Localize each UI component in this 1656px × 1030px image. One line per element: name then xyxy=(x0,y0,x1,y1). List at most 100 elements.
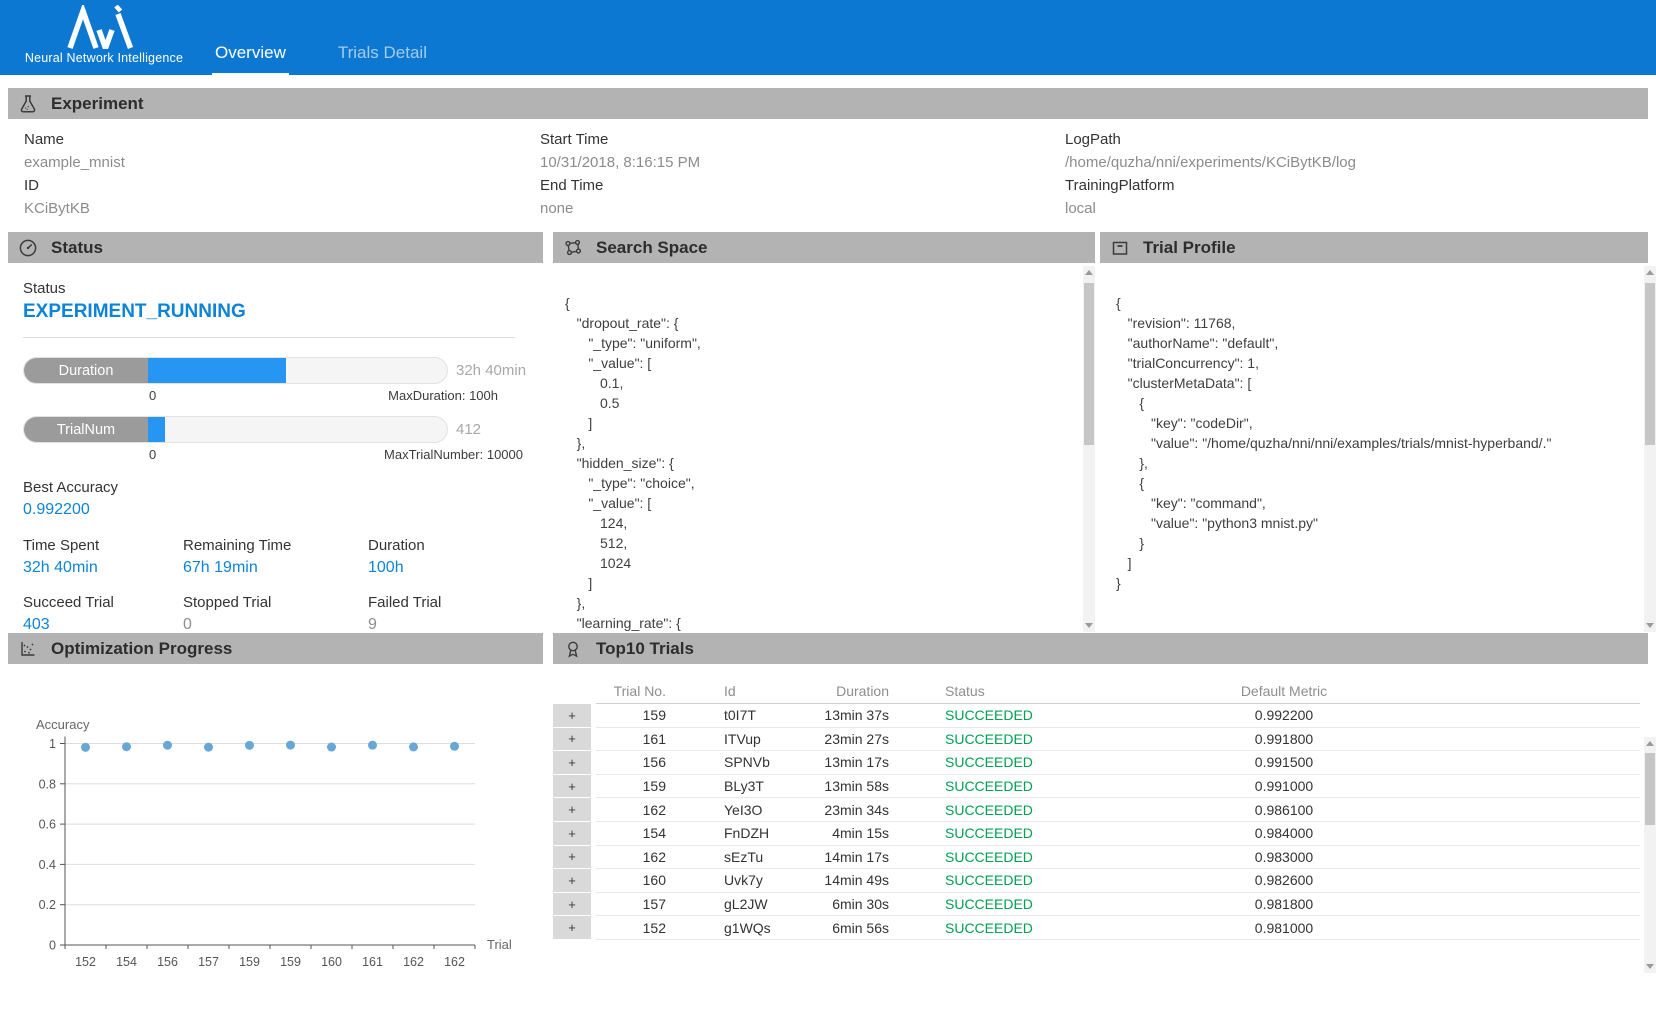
expand-row-button[interactable]: + xyxy=(553,704,591,728)
expand-row-button[interactable]: + xyxy=(553,798,591,822)
x-tick-label: 159 xyxy=(239,955,260,969)
table-row-cells: 152g1WQs6min 56sSUCCEEDED0.981000 xyxy=(596,916,1640,940)
scatter-point xyxy=(409,742,418,751)
top10-table: Trial No. Id Duration Status Default Met… xyxy=(553,678,1640,940)
field-label: End Time xyxy=(540,174,700,197)
table-row-cells: 161ITVup23min 27sSUCCEEDED0.991800 xyxy=(596,728,1640,752)
table-row: +159BLy3T13min 58sSUCCEEDED0.991000 xyxy=(553,775,1640,799)
status-cell: SUCCEEDED xyxy=(889,778,1099,794)
table-row: +152g1WQs6min 56sSUCCEEDED0.981000 xyxy=(553,916,1640,940)
trial-id-cell: sEzTu xyxy=(666,849,786,865)
duration-cell: 23min 27s xyxy=(786,731,889,747)
scatter-point xyxy=(286,741,295,750)
scrollbar-thumb[interactable] xyxy=(1084,283,1094,445)
default-metric-cell: 0.983000 xyxy=(1099,849,1469,865)
default-metric-cell: 0.981000 xyxy=(1099,920,1469,936)
scrollbar-thumb[interactable] xyxy=(1645,283,1655,445)
expand-row-button[interactable]: + xyxy=(553,822,591,846)
expand-row-button[interactable]: + xyxy=(553,869,591,893)
default-metric-cell: 0.991800 xyxy=(1099,731,1469,747)
stat-stopped-trial: Stopped Trial 0 xyxy=(183,594,368,632)
table-row: +157gL2JW6min 30sSUCCEEDED0.981800 xyxy=(553,893,1640,917)
x-tick-label: 161 xyxy=(362,955,383,969)
col-status: Status xyxy=(889,683,1099,699)
y-tick-label: 1 xyxy=(49,737,56,751)
top10-scrollbar[interactable] xyxy=(1644,737,1656,973)
table-row: +160Uvk7y14min 49sSUCCEEDED0.982600 xyxy=(553,869,1640,893)
y-tick-label: 0.8 xyxy=(39,777,56,791)
default-metric-cell: 0.991500 xyxy=(1099,754,1469,770)
col-duration: Duration xyxy=(786,683,889,699)
duration-progress-row: Duration 32h 40min xyxy=(23,357,528,384)
trial-no-cell: 154 xyxy=(596,825,666,841)
status-section-header: Status xyxy=(8,232,543,263)
optimization-section-title: Optimization Progress xyxy=(51,639,232,659)
status-stats-grid: Time Spent 32h 40min Remaining Time 67h … xyxy=(23,537,528,632)
trialnum-minmax: 0 MaxTrialNumber: 10000 xyxy=(149,447,523,462)
scroll-up-icon[interactable] xyxy=(1644,737,1656,750)
expand-row-button[interactable]: + xyxy=(553,893,591,917)
trial-id-cell: YeI3O xyxy=(666,802,786,818)
y-tick-label: 0.6 xyxy=(39,818,56,832)
field-label: TrainingPlatform xyxy=(1065,174,1356,197)
experiment-status-value: EXPERIMENT_RUNNING xyxy=(23,301,528,323)
scroll-up-icon[interactable] xyxy=(1644,266,1656,279)
scatter-point xyxy=(368,741,377,750)
table-row: +162YeI3O23min 34sSUCCEEDED0.986100 xyxy=(553,798,1640,822)
stat-time-spent: Time Spent 32h 40min xyxy=(23,537,183,577)
scroll-down-icon[interactable] xyxy=(1644,619,1656,632)
trial-no-cell: 156 xyxy=(596,754,666,770)
scroll-up-icon[interactable] xyxy=(1083,266,1095,279)
field-value: none xyxy=(540,197,700,220)
scatter-point xyxy=(245,741,254,750)
scroll-down-icon[interactable] xyxy=(1644,960,1656,973)
tab-trials-detail[interactable]: Trials Detail xyxy=(335,43,430,75)
expand-row-button[interactable]: + xyxy=(553,775,591,799)
x-tick-label: 162 xyxy=(403,955,424,969)
default-metric-cell: 0.992200 xyxy=(1099,707,1469,723)
expand-row-button[interactable]: + xyxy=(553,751,591,775)
duration-cell: 14min 49s xyxy=(786,872,889,888)
scrollbar-thumb[interactable] xyxy=(1645,753,1655,825)
optimization-chart[interactable]: Accuracy00.20.40.60.81152154156157159159… xyxy=(8,685,543,985)
status-cell: SUCCEEDED xyxy=(889,754,1099,770)
experiment-col-2: Start Time 10/31/2018, 8:16:15 PM End Ti… xyxy=(540,128,700,220)
field-value: /home/quzha/nni/experiments/KCiBytKB/log xyxy=(1065,151,1356,174)
search-space-json: { "dropout_rate": { "_type": "uniform", … xyxy=(565,293,701,632)
expand-row-button[interactable]: + xyxy=(553,846,591,870)
table-row: +156SPNVb13min 17sSUCCEEDED0.991500 xyxy=(553,751,1640,775)
best-accuracy-label: Best Accuracy xyxy=(23,479,528,496)
duration-cell: 14min 17s xyxy=(786,849,889,865)
search-space-scrollbar[interactable] xyxy=(1083,266,1095,632)
trial-no-cell: 162 xyxy=(596,849,666,865)
col-trial-no: Trial No. xyxy=(596,683,666,699)
experiment-col-1: Name example_mnist ID KCiBytKB xyxy=(24,128,125,220)
expand-row-button[interactable]: + xyxy=(553,728,591,752)
trial-id-cell: SPNVb xyxy=(666,754,786,770)
trial-id-cell: gL2JW xyxy=(666,896,786,912)
stat-remaining-time: Remaining Time 67h 19min xyxy=(183,537,368,577)
nni-logo: Neural Network Intelligence xyxy=(18,5,190,65)
default-metric-cell: 0.981800 xyxy=(1099,896,1469,912)
top10-section-header: Top10 Trials xyxy=(553,633,1648,664)
y-axis-title: Accuracy xyxy=(36,717,90,732)
trial-id-cell: ITVup xyxy=(666,731,786,747)
tab-overview[interactable]: Overview xyxy=(212,43,289,75)
duration-minmax: 0 MaxDuration: 100h xyxy=(149,388,498,403)
x-tick-label: 160 xyxy=(321,955,342,969)
default-metric-cell: 0.982600 xyxy=(1099,872,1469,888)
status-cell: SUCCEEDED xyxy=(889,920,1099,936)
best-accuracy-value: 0.992200 xyxy=(23,501,528,519)
expand-row-button[interactable]: + xyxy=(553,916,591,940)
trial-no-cell: 160 xyxy=(596,872,666,888)
status-panel: Status Status EXPERIMENT_RUNNING Duratio… xyxy=(8,232,543,632)
trial-profile-scrollbar[interactable] xyxy=(1644,266,1656,632)
trial-no-cell: 162 xyxy=(596,802,666,818)
search-space-section-header: Search Space xyxy=(553,232,1095,263)
trialnum-bar-fill xyxy=(148,417,165,442)
experiment-col-3: LogPath /home/quzha/nni/experiments/KCiB… xyxy=(1065,128,1356,220)
scatter-point xyxy=(450,742,459,751)
table-row-cells: 156SPNVb13min 17sSUCCEEDED0.991500 xyxy=(596,751,1640,775)
scroll-down-icon[interactable] xyxy=(1083,619,1095,632)
trial-id-cell: g1WQs xyxy=(666,920,786,936)
